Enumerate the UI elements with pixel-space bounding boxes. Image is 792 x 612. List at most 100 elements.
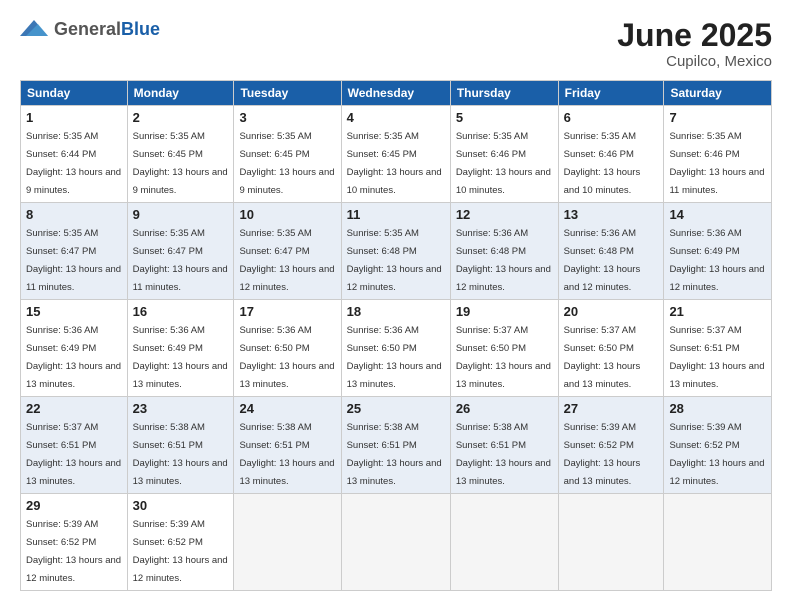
header-friday: Friday: [558, 81, 664, 106]
table-row: 5 Sunrise: 5:35 AMSunset: 6:46 PMDayligh…: [450, 106, 558, 203]
calendar-week-row: 1 Sunrise: 5:35 AMSunset: 6:44 PMDayligh…: [21, 106, 772, 203]
day-number: 15: [26, 304, 122, 319]
table-row: 16 Sunrise: 5:36 AMSunset: 6:49 PMDaylig…: [127, 300, 234, 397]
table-row: 28 Sunrise: 5:39 AMSunset: 6:52 PMDaylig…: [664, 397, 772, 494]
table-row: 1 Sunrise: 5:35 AMSunset: 6:44 PMDayligh…: [21, 106, 128, 203]
table-row: 18 Sunrise: 5:36 AMSunset: 6:50 PMDaylig…: [341, 300, 450, 397]
day-info: Sunrise: 5:39 AMSunset: 6:52 PMDaylight:…: [564, 422, 641, 487]
day-number: 19: [456, 304, 553, 319]
day-info: Sunrise: 5:37 AMSunset: 6:50 PMDaylight:…: [564, 325, 641, 390]
table-row: 2 Sunrise: 5:35 AMSunset: 6:45 PMDayligh…: [127, 106, 234, 203]
table-row: 13 Sunrise: 5:36 AMSunset: 6:48 PMDaylig…: [558, 203, 664, 300]
day-info: Sunrise: 5:36 AMSunset: 6:50 PMDaylight:…: [347, 325, 442, 390]
day-number: 25: [347, 401, 445, 416]
day-number: 8: [26, 207, 122, 222]
table-row: 14 Sunrise: 5:36 AMSunset: 6:49 PMDaylig…: [664, 203, 772, 300]
day-number: 7: [669, 110, 766, 125]
day-number: 16: [133, 304, 229, 319]
day-info: Sunrise: 5:39 AMSunset: 6:52 PMDaylight:…: [26, 519, 121, 584]
day-number: 18: [347, 304, 445, 319]
day-info: Sunrise: 5:35 AMSunset: 6:45 PMDaylight:…: [239, 131, 334, 196]
table-row: 20 Sunrise: 5:37 AMSunset: 6:50 PMDaylig…: [558, 300, 664, 397]
day-number: 3: [239, 110, 335, 125]
table-row: [450, 494, 558, 591]
table-row: 6 Sunrise: 5:35 AMSunset: 6:46 PMDayligh…: [558, 106, 664, 203]
table-row: 24 Sunrise: 5:38 AMSunset: 6:51 PMDaylig…: [234, 397, 341, 494]
day-info: Sunrise: 5:36 AMSunset: 6:50 PMDaylight:…: [239, 325, 334, 390]
table-row: 19 Sunrise: 5:37 AMSunset: 6:50 PMDaylig…: [450, 300, 558, 397]
table-row: [341, 494, 450, 591]
table-row: 29 Sunrise: 5:39 AMSunset: 6:52 PMDaylig…: [21, 494, 128, 591]
day-number: 10: [239, 207, 335, 222]
table-row: 9 Sunrise: 5:35 AMSunset: 6:47 PMDayligh…: [127, 203, 234, 300]
table-row: 3 Sunrise: 5:35 AMSunset: 6:45 PMDayligh…: [234, 106, 341, 203]
header: GeneralBlue June 2025 Cupilco, Mexico: [20, 18, 772, 70]
day-info: Sunrise: 5:38 AMSunset: 6:51 PMDaylight:…: [456, 422, 551, 487]
logo-blue: Blue: [121, 19, 160, 39]
day-number: 5: [456, 110, 553, 125]
table-row: [558, 494, 664, 591]
day-number: 6: [564, 110, 659, 125]
page: GeneralBlue June 2025 Cupilco, Mexico Su…: [0, 0, 792, 612]
table-row: 26 Sunrise: 5:38 AMSunset: 6:51 PMDaylig…: [450, 397, 558, 494]
table-row: 17 Sunrise: 5:36 AMSunset: 6:50 PMDaylig…: [234, 300, 341, 397]
day-number: 14: [669, 207, 766, 222]
day-info: Sunrise: 5:35 AMSunset: 6:47 PMDaylight:…: [133, 228, 228, 293]
table-row: 22 Sunrise: 5:37 AMSunset: 6:51 PMDaylig…: [21, 397, 128, 494]
day-info: Sunrise: 5:35 AMSunset: 6:46 PMDaylight:…: [669, 131, 764, 196]
day-number: 22: [26, 401, 122, 416]
day-info: Sunrise: 5:37 AMSunset: 6:51 PMDaylight:…: [669, 325, 764, 390]
table-row: 30 Sunrise: 5:39 AMSunset: 6:52 PMDaylig…: [127, 494, 234, 591]
calendar-week-row: 8 Sunrise: 5:35 AMSunset: 6:47 PMDayligh…: [21, 203, 772, 300]
day-info: Sunrise: 5:39 AMSunset: 6:52 PMDaylight:…: [133, 519, 228, 584]
month-title: June 2025: [617, 18, 772, 53]
day-info: Sunrise: 5:37 AMSunset: 6:50 PMDaylight:…: [456, 325, 551, 390]
logo-general: General: [54, 19, 121, 39]
day-info: Sunrise: 5:36 AMSunset: 6:49 PMDaylight:…: [669, 228, 764, 293]
table-row: 27 Sunrise: 5:39 AMSunset: 6:52 PMDaylig…: [558, 397, 664, 494]
table-row: 11 Sunrise: 5:35 AMSunset: 6:48 PMDaylig…: [341, 203, 450, 300]
calendar-week-row: 15 Sunrise: 5:36 AMSunset: 6:49 PMDaylig…: [21, 300, 772, 397]
calendar-header-row: Sunday Monday Tuesday Wednesday Thursday…: [21, 81, 772, 106]
header-monday: Monday: [127, 81, 234, 106]
day-info: Sunrise: 5:36 AMSunset: 6:48 PMDaylight:…: [564, 228, 641, 293]
day-number: 20: [564, 304, 659, 319]
logo-text: GeneralBlue: [54, 19, 160, 40]
day-info: Sunrise: 5:35 AMSunset: 6:46 PMDaylight:…: [564, 131, 641, 196]
table-row: [234, 494, 341, 591]
table-row: 25 Sunrise: 5:38 AMSunset: 6:51 PMDaylig…: [341, 397, 450, 494]
header-tuesday: Tuesday: [234, 81, 341, 106]
table-row: 15 Sunrise: 5:36 AMSunset: 6:49 PMDaylig…: [21, 300, 128, 397]
day-number: 23: [133, 401, 229, 416]
day-number: 12: [456, 207, 553, 222]
calendar-table: Sunday Monday Tuesday Wednesday Thursday…: [20, 80, 772, 591]
calendar-week-row: 22 Sunrise: 5:37 AMSunset: 6:51 PMDaylig…: [21, 397, 772, 494]
table-row: 21 Sunrise: 5:37 AMSunset: 6:51 PMDaylig…: [664, 300, 772, 397]
day-info: Sunrise: 5:38 AMSunset: 6:51 PMDaylight:…: [133, 422, 228, 487]
day-number: 28: [669, 401, 766, 416]
day-number: 26: [456, 401, 553, 416]
day-number: 9: [133, 207, 229, 222]
header-thursday: Thursday: [450, 81, 558, 106]
day-number: 27: [564, 401, 659, 416]
table-row: 10 Sunrise: 5:35 AMSunset: 6:47 PMDaylig…: [234, 203, 341, 300]
day-info: Sunrise: 5:35 AMSunset: 6:46 PMDaylight:…: [456, 131, 551, 196]
table-row: 4 Sunrise: 5:35 AMSunset: 6:45 PMDayligh…: [341, 106, 450, 203]
day-number: 24: [239, 401, 335, 416]
day-number: 30: [133, 498, 229, 513]
table-row: 12 Sunrise: 5:36 AMSunset: 6:48 PMDaylig…: [450, 203, 558, 300]
day-info: Sunrise: 5:36 AMSunset: 6:49 PMDaylight:…: [26, 325, 121, 390]
day-info: Sunrise: 5:36 AMSunset: 6:49 PMDaylight:…: [133, 325, 228, 390]
day-number: 29: [26, 498, 122, 513]
day-info: Sunrise: 5:36 AMSunset: 6:48 PMDaylight:…: [456, 228, 551, 293]
day-info: Sunrise: 5:38 AMSunset: 6:51 PMDaylight:…: [239, 422, 334, 487]
calendar-week-row: 29 Sunrise: 5:39 AMSunset: 6:52 PMDaylig…: [21, 494, 772, 591]
day-number: 2: [133, 110, 229, 125]
table-row: 7 Sunrise: 5:35 AMSunset: 6:46 PMDayligh…: [664, 106, 772, 203]
day-info: Sunrise: 5:35 AMSunset: 6:45 PMDaylight:…: [347, 131, 442, 196]
header-wednesday: Wednesday: [341, 81, 450, 106]
day-number: 4: [347, 110, 445, 125]
day-info: Sunrise: 5:35 AMSunset: 6:48 PMDaylight:…: [347, 228, 442, 293]
day-number: 1: [26, 110, 122, 125]
day-info: Sunrise: 5:35 AMSunset: 6:45 PMDaylight:…: [133, 131, 228, 196]
